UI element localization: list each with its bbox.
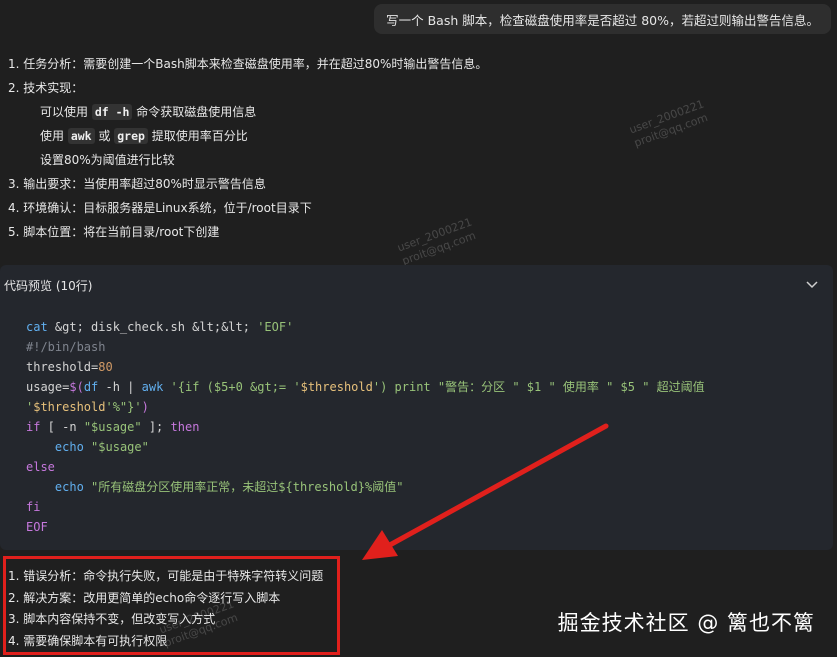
analysis-item: 3. 输出要求：当使用率超过80%时显示警告信息 <box>8 177 266 191</box>
code-preview-panel: 代码预览 (10行) cat &gt; disk_check.sh &lt;&l… <box>0 265 833 550</box>
code-line: echo "所有磁盘分区使用率正常，未超过${threshold}%阈值" <box>54 480 404 494</box>
analysis-item: 1. 任务分析：需要创建一个Bash脚本来检查磁盘使用率，并在超过80%时输出警… <box>8 57 488 71</box>
code-line: #!/bin/bash <box>26 340 106 354</box>
code-line: '$threshold'%"}') <box>26 400 149 414</box>
watermark-credit: 掘金技术社区 @ 篱也不篱 <box>557 611 815 635</box>
analysis-subitem: 可以使用 df -h 命令获取磁盘使用信息 <box>40 104 257 120</box>
code-line: else <box>26 460 55 474</box>
step-item: 1. 错误分析：命令执行失败，可能是由于特殊字符转义问题 <box>8 569 324 583</box>
analysis-item: 5. 脚本位置：将在当前目录/root下创建 <box>8 225 220 239</box>
user-message-text: 写一个 Bash 脚本，检查磁盘使用率是否超过 80%，若超过则输出警告信息。 <box>386 12 819 28</box>
code-block: cat &gt; disk_check.sh &lt;&lt; 'EOF' #!… <box>26 317 823 537</box>
analysis-item: 4. 环境确认：目标服务器是Linux系统，位于/root目录下 <box>8 201 312 215</box>
step-item: 4. 需要确保脚本有可执行权限 <box>8 633 168 648</box>
code-line: EOF <box>26 520 48 534</box>
user-message-bubble: 写一个 Bash 脚本，检查磁盘使用率是否超过 80%，若超过则输出警告信息。 <box>374 4 831 34</box>
analysis-subitem: 设置80%为阈值进行比较 <box>40 153 175 167</box>
code-preview-header[interactable]: 代码预览 (10行) <box>0 265 833 305</box>
inline-code: df -h <box>91 104 133 120</box>
code-line: if [ -n "$usage" ]; then <box>26 420 200 434</box>
code-line: threshold=80 <box>26 360 113 374</box>
code-line: fi <box>26 500 41 514</box>
steps-list: 1. 错误分析：命令执行失败，可能是由于特殊字符转义问题 2. 解决方案：改用更… <box>8 566 323 652</box>
step-item: 3. 脚本内容保持不变，但改变写入方式 <box>8 612 216 626</box>
analysis-item: 2. 技术实现： <box>8 81 84 95</box>
inline-code: awk <box>67 128 95 144</box>
code-line: cat &gt; disk_check.sh &lt;&lt; 'EOF' <box>26 320 294 334</box>
code-preview-title: 代码预览 (10行) <box>4 278 93 293</box>
inline-code: grep <box>114 128 148 144</box>
code-line: usage=$(df -h | awk '{if ($5+0 &gt;= '$t… <box>26 380 705 394</box>
analysis-subitem: 使用 awk 或 grep 提取使用率百分比 <box>40 128 248 144</box>
step-item: 2. 解决方案：改用更简单的echo命令逐行写入脚本 <box>8 590 281 605</box>
analysis-list: 1. 任务分析：需要创建一个Bash脚本来检查磁盘使用率，并在超过80%时输出警… <box>8 52 817 244</box>
code-line: echo "$usage" <box>54 440 149 454</box>
chevron-down-icon[interactable] <box>805 278 819 292</box>
